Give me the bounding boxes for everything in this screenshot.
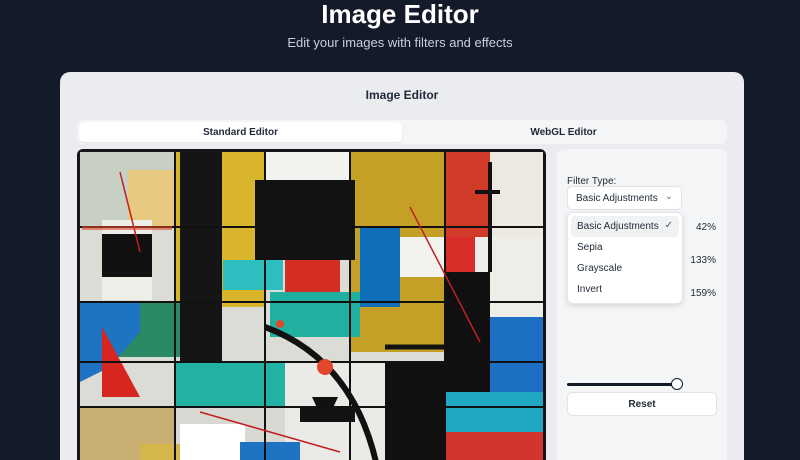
saturation-value: 159% (690, 288, 716, 299)
image-canvas[interactable] (77, 149, 546, 460)
page-subtitle: Edit your images with filters and effect… (287, 35, 513, 50)
page-title: Image Editor (321, 0, 479, 29)
filter-type-dropdown: Basic Adjustments ✓ Sepia Grayscale Inve… (567, 212, 683, 304)
option-sepia[interactable]: Sepia (571, 237, 679, 258)
slider-thumb[interactable] (671, 378, 684, 390)
option-label: Invert (577, 284, 603, 295)
tab-webgl-editor[interactable]: WebGL Editor (402, 122, 725, 142)
option-label: Sepia (577, 242, 603, 253)
abstract-artwork-image (80, 152, 543, 460)
option-label: Grayscale (577, 263, 623, 274)
option-basic-adjustments[interactable]: Basic Adjustments ✓ (571, 216, 679, 237)
saturation-slider[interactable] (567, 377, 684, 391)
contrast-value: 133% (690, 255, 716, 266)
card-title: Image Editor (365, 88, 439, 102)
controls-panel: Filter Type: Basic Adjustments ⌄ 42% 133… (557, 149, 727, 460)
brightness-value: 42% (695, 222, 716, 233)
option-invert[interactable]: Invert (571, 279, 679, 300)
tab-standard-editor[interactable]: Standard Editor (79, 122, 402, 142)
editor-tabs: Standard Editor WebGL Editor (77, 120, 727, 144)
slider-track (567, 383, 683, 386)
option-label: Basic Adjustments (577, 221, 659, 232)
filter-type-value: Basic Adjustments (576, 192, 658, 204)
chevron-down-icon: ⌄ (664, 191, 673, 202)
check-icon: ✓ (664, 220, 673, 231)
reset-button[interactable]: Reset (567, 392, 717, 416)
filter-type-select[interactable]: Basic Adjustments ⌄ (567, 186, 682, 210)
option-grayscale[interactable]: Grayscale (571, 258, 679, 279)
